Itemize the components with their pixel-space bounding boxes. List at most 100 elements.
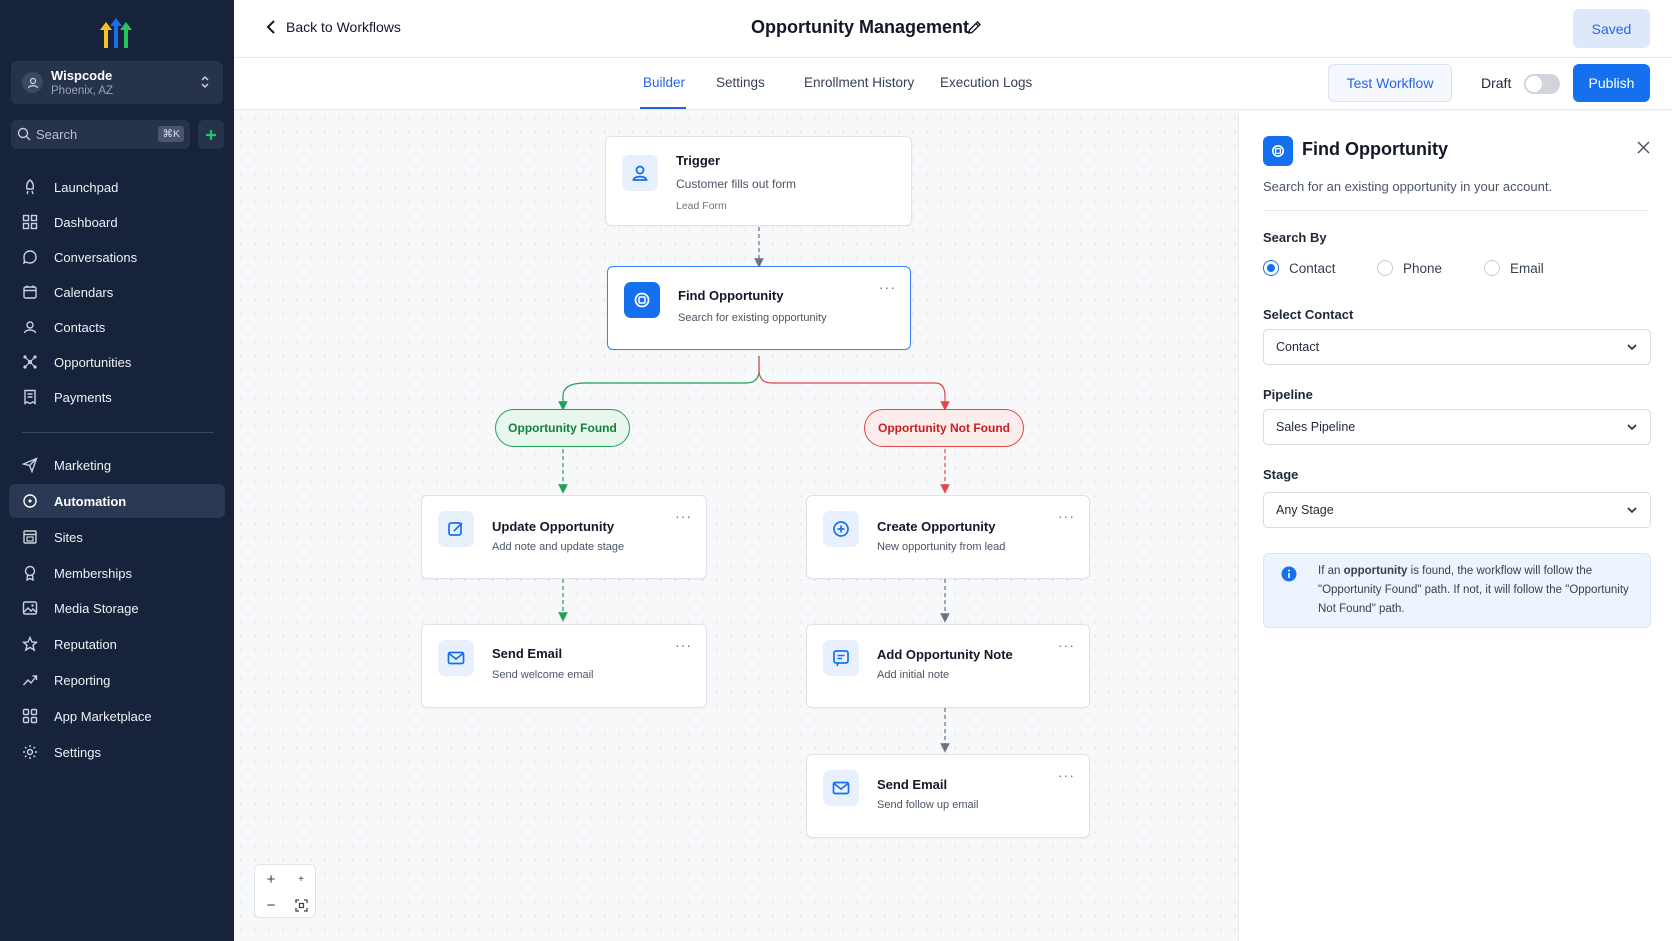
pipeline-dropdown[interactable]: Sales Pipeline (1263, 409, 1651, 445)
pipeline-label: Pipeline (1263, 387, 1313, 402)
node-title: Create Opportunity (877, 519, 996, 534)
chevron-down-icon (1627, 424, 1637, 431)
sidebar: Wispcode Phoenix, AZ Search ⌘K Launchpad… (0, 0, 234, 941)
sidebar-item-label: Contacts (54, 319, 106, 335)
chevron-down-icon (1627, 507, 1637, 514)
node-detail: Lead Form (676, 200, 727, 212)
more-icon[interactable]: ··· (675, 508, 692, 524)
back-label: Back to Workflows (286, 19, 401, 35)
radio-dot (1377, 260, 1393, 276)
sidebar-search[interactable]: Search ⌘K (11, 120, 190, 149)
radio-dot (1484, 260, 1500, 276)
plus-circle-icon (833, 521, 849, 537)
sidebar-item-marketing[interactable]: Marketing (9, 448, 225, 482)
sidebar-item-media-storage[interactable]: Media Storage (9, 591, 225, 625)
node-title: Trigger (676, 153, 721, 168)
select-value: Contact (1276, 340, 1320, 354)
more-icon[interactable]: ··· (675, 637, 692, 653)
create-opportunity-node[interactable]: Create Opportunity New opportunity from … (806, 495, 1090, 579)
sidebar-item-reporting[interactable]: Reporting (9, 663, 225, 697)
zoom-out-button[interactable]: − (256, 892, 286, 918)
tab-execution-logs[interactable]: Execution Logs (940, 75, 1032, 90)
search-icon (17, 127, 31, 141)
workflow-canvas[interactable]: Trigger Customer fills out form Lead For… (234, 111, 1238, 941)
tab-enrollment-history[interactable]: Enrollment History (804, 75, 914, 90)
zoom-controls: + + − (254, 864, 316, 918)
sidebar-item-label: Payments (54, 389, 112, 405)
stage-dropdown[interactable]: Any Stage (1263, 492, 1651, 528)
sidebar-item-opportunities[interactable]: Opportunities (9, 345, 225, 379)
draft-label: Draft (1481, 75, 1512, 91)
back-to-workflows-link[interactable]: Back to Workflows (266, 19, 401, 35)
node-title: Find Opportunity (678, 288, 784, 303)
note-icon-wrap (823, 640, 859, 676)
sidebar-item-memberships[interactable]: Memberships (9, 556, 225, 590)
chevron-updown-icon (201, 76, 209, 88)
active-tab-indicator (640, 107, 686, 109)
sidebar-item-launchpad[interactable]: Launchpad (9, 170, 225, 204)
more-icon[interactable]: ··· (1058, 767, 1075, 783)
trigger-node[interactable]: Trigger Customer fills out form Lead For… (605, 136, 912, 226)
sidebar-item-dashboard[interactable]: Dashboard (9, 205, 225, 239)
grid-icon (22, 214, 38, 230)
select-contact-dropdown[interactable]: Contact (1263, 329, 1651, 365)
radio-email[interactable]: Email (1484, 260, 1544, 276)
saved-button[interactable]: Saved (1573, 9, 1650, 48)
radio-phone[interactable]: Phone (1377, 260, 1442, 276)
sidebar-item-reputation[interactable]: Reputation (9, 627, 225, 661)
panel-divider (1263, 210, 1649, 211)
zoom-small-in-button[interactable]: + (286, 866, 316, 892)
logo (100, 18, 132, 48)
close-icon[interactable] (1637, 141, 1650, 154)
test-workflow-button[interactable]: Test Workflow (1328, 64, 1452, 102)
node-title: Add Opportunity Note (877, 647, 1013, 662)
tab-settings[interactable]: Settings (716, 75, 765, 90)
more-icon[interactable]: ··· (1058, 637, 1075, 653)
sidebar-item-label: Media Storage (54, 600, 139, 616)
more-icon[interactable]: ··· (879, 279, 896, 295)
star-icon (22, 636, 38, 652)
workflow-title: Opportunity Management (751, 17, 970, 37)
panel-title: Find Opportunity (1302, 139, 1448, 159)
search-placeholder: Search (36, 127, 78, 142)
draft-toggle[interactable] (1524, 74, 1560, 94)
apps-icon (22, 708, 38, 724)
email-icon-wrap (823, 770, 859, 806)
sidebar-item-label: Calendars (54, 284, 114, 300)
sidebar-item-payments[interactable]: Payments (9, 380, 225, 414)
send-followup-email-node[interactable]: Send Email Send follow up email ··· (806, 754, 1090, 838)
sidebar-item-calendars[interactable]: Calendars (9, 275, 225, 309)
find-icon-wrap (624, 282, 660, 318)
sidebar-item-settings[interactable]: Settings (9, 735, 225, 769)
zoom-in-button[interactable]: + (256, 866, 286, 892)
branch-opportunity-found[interactable]: Opportunity Found (495, 409, 630, 447)
gear-icon (23, 745, 37, 759)
account-switcher[interactable]: Wispcode Phoenix, AZ (11, 61, 223, 104)
radio-contact[interactable]: Contact (1263, 260, 1336, 276)
branch-opportunity-not-found[interactable]: Opportunity Not Found (864, 409, 1024, 447)
add-opportunity-note-node[interactable]: Add Opportunity Note Add initial note ··… (806, 624, 1090, 708)
pencil-icon[interactable] (967, 20, 982, 35)
sidebar-item-app-marketplace[interactable]: App Marketplace (9, 699, 225, 733)
sidebar-item-conversations[interactable]: Conversations (9, 240, 225, 274)
sidebar-item-sites[interactable]: Sites (9, 520, 225, 554)
sidebar-item-automation[interactable]: Automation (9, 484, 225, 518)
chevron-down-icon (1627, 344, 1637, 351)
avatar (22, 72, 43, 93)
award-icon (24, 565, 36, 581)
publish-button[interactable]: Publish (1573, 64, 1650, 102)
info-text: If an opportunity is found, the workflow… (1318, 562, 1638, 619)
sites-icon (23, 530, 37, 544)
update-opportunity-node[interactable]: Update Opportunity Add note and update s… (421, 495, 707, 579)
sidebar-item-label: Automation (54, 493, 127, 509)
sidebar-item-label: Reputation (54, 636, 117, 652)
fit-view-button[interactable] (286, 892, 316, 918)
node-subtitle: Send welcome email (492, 669, 594, 681)
send-welcome-email-node[interactable]: Send Email Send welcome email ··· (421, 624, 707, 708)
more-icon[interactable]: ··· (1058, 508, 1075, 524)
find-opportunity-node[interactable]: Find Opportunity Search for existing opp… (607, 266, 911, 350)
radio-label: Phone (1403, 260, 1443, 276)
quick-add-button[interactable] (198, 120, 224, 149)
sidebar-item-contacts[interactable]: Contacts (9, 310, 225, 344)
tab-builder[interactable]: Builder (643, 75, 685, 90)
